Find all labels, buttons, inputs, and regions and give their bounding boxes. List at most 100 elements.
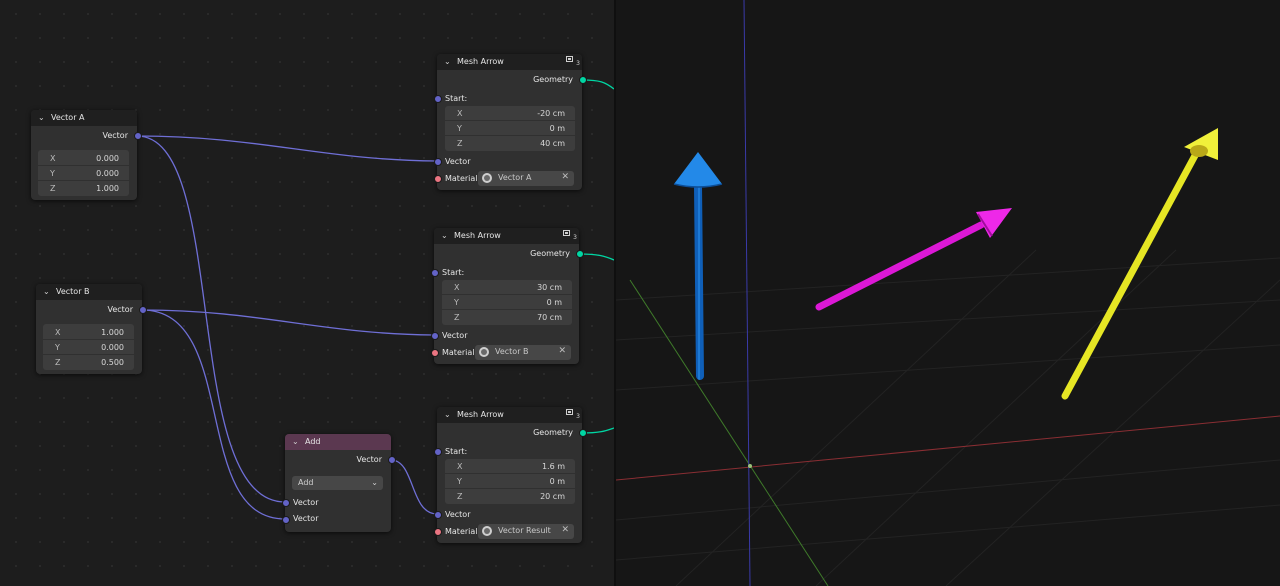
floor-grid [616, 249, 1280, 586]
geometry-output-socket[interactable] [576, 250, 584, 258]
vector-input-label: Vector [442, 331, 468, 340]
vector-output-socket[interactable] [139, 306, 147, 314]
material-name: Vector A [498, 173, 532, 182]
node-title: Mesh Arrow [457, 57, 504, 66]
arrow-vector-b [815, 208, 1012, 311]
start-vector-fields[interactable]: X 1.6 m Y 0 m Z 20 cm [445, 459, 575, 504]
z-value[interactable]: 70 cm [537, 313, 562, 322]
y-value[interactable]: 0 m [550, 124, 565, 133]
z-value[interactable]: 1.000 [96, 184, 119, 193]
clear-material-icon[interactable]: ✕ [561, 172, 569, 182]
z-label: Z [454, 313, 460, 322]
start-label: Start: [445, 447, 468, 456]
input-label-2: Vector [293, 514, 319, 523]
operation-value: Add [298, 478, 314, 487]
material-selector[interactable]: Vector Result ✕ [478, 524, 574, 539]
node-header[interactable]: ⌄ Mesh Arrow 3 [437, 407, 582, 423]
node-title: Mesh Arrow [457, 410, 504, 419]
collapse-chevron-icon[interactable]: ⌄ [444, 57, 451, 66]
material-input-socket[interactable] [434, 175, 442, 183]
start-input-socket[interactable] [431, 269, 439, 277]
node-group-icon [566, 56, 573, 62]
output-label: Vector [356, 455, 383, 464]
geometry-output-socket[interactable] [579, 429, 587, 437]
collapse-chevron-icon[interactable]: ⌄ [43, 287, 50, 296]
x-label: X [454, 283, 460, 292]
z-value[interactable]: 0.500 [101, 358, 124, 367]
node-title: Mesh Arrow [454, 231, 501, 240]
z-value[interactable]: 40 cm [540, 139, 565, 148]
group-user-count: 3 [576, 413, 580, 420]
y-label: Y [55, 343, 60, 352]
x-value[interactable]: -20 cm [537, 109, 565, 118]
collapse-chevron-icon[interactable]: ⌄ [444, 410, 451, 419]
link-geometry-2 [578, 253, 614, 261]
vector-input-socket-2[interactable] [282, 516, 290, 524]
y-axis-line [629, 279, 829, 586]
y-label: Y [457, 477, 462, 486]
material-selector[interactable]: Vector B ✕ [475, 345, 571, 360]
vector-fields[interactable]: X 0.000 Y 0.000 Z 1.000 [38, 150, 129, 196]
node-header[interactable]: ⌄ Mesh Arrow 3 [434, 228, 579, 244]
geometry-output-label: Geometry [533, 75, 573, 84]
operation-dropdown[interactable]: Add ⌄ [292, 476, 383, 490]
geometry-output-socket[interactable] [579, 76, 587, 84]
vector-b-node[interactable]: ⌄ Vector B Vector X 1.000 Y 0.000 Z 0.50… [36, 284, 147, 374]
vector-input-label: Vector [445, 510, 471, 519]
start-input-socket[interactable] [434, 95, 442, 103]
3d-viewport[interactable] [616, 0, 1280, 586]
link-vector-b-to-add-2 [141, 309, 286, 520]
vector-input-socket[interactable] [431, 332, 439, 340]
vector-output-socket[interactable] [388, 456, 396, 464]
geometry-output-label: Geometry [533, 428, 573, 437]
node-header[interactable]: ⌄ Add [285, 434, 391, 450]
collapse-chevron-icon[interactable]: ⌄ [292, 437, 299, 446]
material-label: Material: [442, 348, 478, 357]
z-label: Z [457, 139, 463, 148]
start-input-socket[interactable] [434, 448, 442, 456]
origin-point [748, 464, 752, 468]
z-value[interactable]: 20 cm [540, 492, 565, 501]
vector-input-socket[interactable] [434, 158, 442, 166]
y-value[interactable]: 0.000 [96, 169, 119, 178]
node-header[interactable]: ⌄ Mesh Arrow 3 [437, 54, 582, 70]
mesh-arrow-node-1[interactable]: ⌄ Mesh Arrow 3 Geometry Start: X -20 cm … [434, 54, 587, 190]
clear-material-icon[interactable]: ✕ [561, 525, 569, 535]
group-user-count: 3 [573, 234, 577, 241]
x-value[interactable]: 1.000 [101, 328, 124, 337]
x-label: X [50, 154, 56, 163]
material-selector[interactable]: Vector A ✕ [478, 171, 574, 186]
x-value[interactable]: 30 cm [537, 283, 562, 292]
node-header[interactable]: ⌄ Vector A [31, 110, 137, 126]
material-input-socket[interactable] [431, 349, 439, 357]
start-vector-fields[interactable]: X -20 cm Y 0 m Z 40 cm [445, 106, 575, 151]
mesh-arrow-node-3[interactable]: ⌄ Mesh Arrow 3 Geometry Start: X 1.6 m Y… [434, 407, 587, 543]
start-vector-fields[interactable]: X 30 cm Y 0 m Z 70 cm [442, 280, 572, 325]
x-value[interactable]: 0.000 [96, 154, 119, 163]
node-header[interactable]: ⌄ Vector B [36, 284, 142, 300]
y-label: Y [457, 124, 462, 133]
collapse-chevron-icon[interactable]: ⌄ [441, 231, 448, 240]
vector-a-node[interactable]: ⌄ Vector A Vector X 0.000 Y 0.000 Z 1.00… [31, 110, 142, 200]
output-label: Vector [107, 305, 134, 314]
clear-material-icon[interactable]: ✕ [558, 346, 566, 356]
material-label: Material: [445, 174, 481, 183]
mesh-arrow-node-2[interactable]: ⌄ Mesh Arrow 3 Geometry Start: X 30 cm Y… [431, 228, 584, 364]
vector-input-socket[interactable] [434, 511, 442, 519]
z-axis-line [743, 0, 751, 586]
y-value[interactable]: 0 m [550, 477, 565, 486]
y-value[interactable]: 0.000 [101, 343, 124, 352]
node-title: Vector A [51, 113, 85, 122]
z-label: Z [457, 492, 463, 501]
material-input-socket[interactable] [434, 528, 442, 536]
vector-input-socket-1[interactable] [282, 499, 290, 507]
vector-output-socket[interactable] [134, 132, 142, 140]
vector-math-add-node[interactable]: ⌄ Add Vector Add ⌄ Vector Vector [282, 434, 396, 532]
link-vector-a-to-arrow-1 [136, 135, 438, 162]
vector-fields[interactable]: X 1.000 Y 0.000 Z 0.500 [43, 324, 134, 370]
node-title: Vector B [56, 287, 90, 296]
node-editor[interactable]: ⌄ Vector A Vector X 0.000 Y 0.000 Z 1.00… [0, 0, 614, 586]
collapse-chevron-icon[interactable]: ⌄ [38, 113, 45, 122]
y-value[interactable]: 0 m [547, 298, 562, 307]
x-value[interactable]: 1.6 m [542, 462, 565, 471]
